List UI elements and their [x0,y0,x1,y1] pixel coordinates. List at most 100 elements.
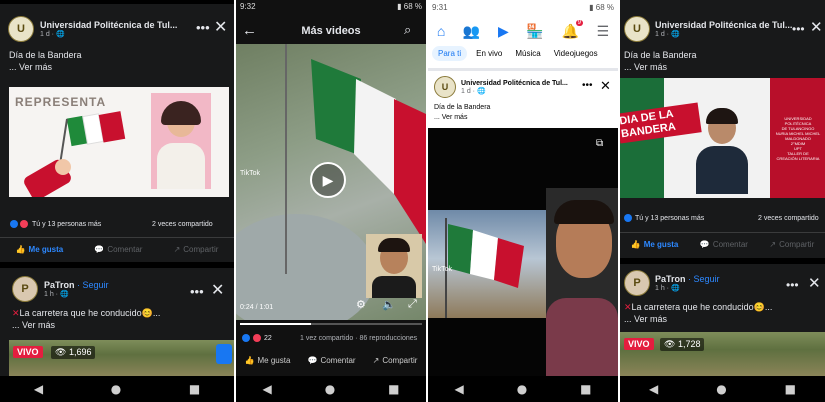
video-player[interactable]: ⧉ TikTok [428,128,618,378]
more-icon[interactable]: ••• [190,284,204,299]
screen-4-feed: U Universidad Politécnica de Tul... 1 d … [620,0,825,402]
top-nav: ⌂ 👥 ▶ 🏪 🔔 9 ☰ [428,18,618,44]
screen-title: Más videos [301,25,361,37]
home-icon[interactable]: ⌂ [437,23,445,39]
page-avatar[interactable]: U [434,76,456,98]
more-icon[interactable]: ••• [792,22,805,36]
video-time: 0:24 / 1:01 [240,304,274,311]
close-icon[interactable]: ✕ [211,280,224,300]
battery-level: ▮ 68 % [589,3,614,12]
watch-icon[interactable]: ▶ [498,23,509,40]
play-icon[interactable]: ▶ [310,162,346,198]
android-nav-bar: ◀ ● ■ [428,376,618,402]
nav-home-button[interactable]: ● [517,382,527,396]
video-stats: 1 vez compartido · 86 reproducciones [300,335,418,342]
nav-home-button[interactable]: ● [716,382,726,396]
post2-text: ✕La carretera que he conducido😊... [12,308,161,318]
follow-link[interactable]: · Seguir [77,280,109,290]
friends-icon[interactable]: 👥 [463,23,480,40]
nav-recents-button[interactable]: ■ [189,382,200,396]
user-avatar[interactable]: P [624,270,650,296]
search-icon[interactable]: ⌕ [404,22,411,38]
divider [0,262,234,268]
tab-en-vivo[interactable]: En vivo [472,46,506,61]
post-time: 1 d · 🌐 [40,31,65,38]
tiktok-watermark: TikTok [432,266,452,273]
action-bar: 👍 Me gusta 💬 Comentar ↗ Compartir [0,237,234,260]
settings-icon[interactable]: ⚙ [356,298,366,311]
page-name[interactable]: Universidad Politécnica de Tul... [655,20,792,30]
user-name[interactable]: PaTron [44,280,75,290]
share-button[interactable]: ↗ Compartir [174,245,219,254]
page-name[interactable]: Universidad Politécnica de Tul... [461,80,568,87]
progress-track[interactable] [240,323,422,325]
nav-home-button[interactable]: ● [325,382,335,396]
more-icon[interactable]: ••• [582,80,593,91]
share-count[interactable]: 2 veces compartido [758,215,819,222]
user-avatar[interactable]: P [12,276,38,302]
close-icon[interactable]: ✕ [808,274,821,292]
live-video-thumbnail[interactable]: VIVO 👁 1,728 [620,332,825,376]
video-player[interactable]: ▶ TikTok 0:24 / 1:01 ⚙ 🔈 ⤢ [236,44,426,320]
comment-button[interactable]: 💬 Comentar [94,245,142,254]
comment-button[interactable]: 💬 Comentar [700,240,748,249]
like-button[interactable]: 👍 Me gusta [16,245,64,254]
nav-back-button[interactable]: ◀ [34,382,43,396]
tab-musica[interactable]: Música [511,46,544,61]
post-header: U Universidad Politécnica de Tul... 1 d … [434,76,568,98]
share-icon: ↗ [769,239,777,249]
status-bar: 9:32 ▮ 68 % [240,2,422,11]
presenter-inset [366,234,422,298]
page-avatar[interactable]: U [624,16,650,42]
reaction-summary[interactable]: 22 [242,334,272,342]
pip-icon[interactable]: ⧉ [596,138,603,149]
like-button[interactable]: 👍 Me gusta [245,356,291,365]
image-caption: UNIVERSIDAD POLITÉCNICA DE TULANCINGO NU… [775,116,821,161]
see-more-link[interactable]: ... Ver más [624,314,667,324]
share-button[interactable]: ↗ Compartir [373,356,418,365]
fullscreen-icon[interactable]: ⤢ [408,298,417,311]
marketplace-icon[interactable]: 🏪 [526,23,543,40]
share-icon: ↗ [372,355,380,365]
comment-button[interactable]: 💬 Comentar [307,356,355,365]
close-icon[interactable]: ✕ [214,17,227,37]
share-button[interactable]: ↗ Compartir [769,240,814,249]
tab-videojuegos[interactable]: Videojuegos [550,46,602,61]
nav-recents-button[interactable]: ■ [580,382,591,396]
user-name[interactable]: PaTron [655,274,686,284]
nav-back-button[interactable]: ◀ [454,382,463,396]
share-count[interactable]: 2 veces compartido [152,221,213,228]
android-nav-bar: ◀ ● ■ [0,376,234,402]
follow-link[interactable]: · Seguir [688,274,720,284]
student-photo [151,93,211,189]
see-more-link[interactable]: ... Ver más [12,320,55,330]
nav-back-button[interactable]: ◀ [262,382,271,396]
post-image[interactable]: DIA DE LA BANDERA UNIVERSIDAD POLITÉCNIC… [620,78,825,198]
post-image[interactable]: REPRESENTA [9,87,229,197]
nav-recents-button[interactable]: ■ [388,382,399,396]
page-avatar[interactable]: U [8,16,34,42]
live-video-thumbnail[interactable]: VIVO 👁 1,696 [9,340,234,376]
more-icon[interactable]: ••• [196,20,210,35]
nav-back-button[interactable]: ◀ [649,382,658,396]
see-more-link[interactable]: ... Ver más [9,62,52,72]
see-more-link[interactable]: ... Ver más [624,62,667,72]
see-more-link[interactable]: ... Ver más [434,114,467,121]
tab-para-ti[interactable]: Para ti [432,46,468,61]
action-bar: 👍 Me gusta 💬 Comentar ↗ Compartir [236,350,426,370]
close-icon[interactable]: ✕ [810,18,823,36]
volume-icon[interactable]: 🔈 [382,298,396,311]
more-icon[interactable]: ••• [786,278,799,292]
fab-button[interactable] [216,344,232,364]
nav-home-button[interactable]: ● [111,382,121,396]
menu-icon[interactable]: ☰ [597,23,610,40]
page-name[interactable]: Universidad Politécnica de Tul... [40,20,177,30]
notification-icon[interactable]: 🔔 9 [562,19,583,40]
close-icon[interactable]: ✕ [600,78,611,94]
like-button[interactable]: 👍 Me gusta [631,240,679,249]
reaction-summary[interactable]: Tú y 13 personas más [10,220,101,228]
reaction-summary[interactable]: Tú y 13 personas más [624,214,704,222]
nav-recents-button[interactable]: ■ [785,382,796,396]
post-time: 1 d · 🌐 [461,87,486,95]
comment-icon: 💬 [94,244,105,254]
